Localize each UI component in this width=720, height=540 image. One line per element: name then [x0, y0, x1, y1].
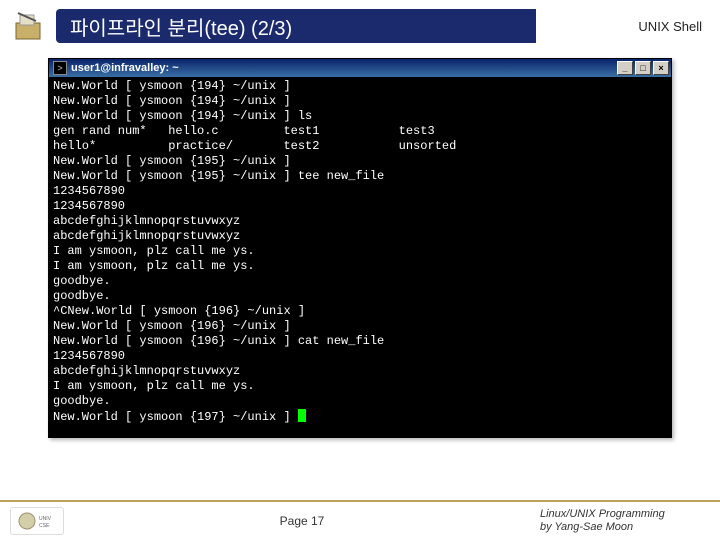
header-right-label: UNIX Shell [638, 19, 720, 34]
terminal-app-icon: > [53, 61, 67, 75]
terminal-line: abcdefghijklmnopqrstuvwxyz [53, 229, 667, 244]
terminal-line: New.World [ ysmoon {195} ~/unix ] [53, 154, 667, 169]
terminal-window: > user1@infravalley: ~ _ □ × New.World [… [48, 58, 672, 438]
terminal-line: 1234567890 [53, 349, 667, 364]
terminal-line: I am ysmoon, plz call me ys. [53, 244, 667, 259]
terminal-line: New.World [ ysmoon {196} ~/unix ] cat ne… [53, 334, 667, 349]
terminal-line: gen rand num* hello.c test1 test3 [53, 124, 667, 139]
window-title: user1@infravalley: ~ [71, 62, 617, 74]
slide: 파이프라인 분리(tee) (2/3) UNIX Shell > user1@i… [0, 0, 720, 540]
terminal-line: hello* practice/ test2 unsorted [53, 139, 667, 154]
footer-logo-icon: UNIV CSE [10, 507, 64, 535]
close-button[interactable]: × [653, 61, 669, 75]
terminal-line: I am ysmoon, plz call me ys. [53, 259, 667, 274]
footer-credit: Linux/UNIX Programming by Yang-Sae Moon [540, 508, 710, 534]
svg-text:CSE: CSE [39, 523, 50, 529]
terminal-line: New.World [ ysmoon {194} ~/unix ] ls [53, 109, 667, 124]
cursor-icon [298, 409, 306, 422]
terminal-line: goodbye. [53, 274, 667, 289]
svg-text:UNIV: UNIV [39, 516, 52, 522]
terminal-line: New.World [ ysmoon {194} ~/unix ] [53, 79, 667, 94]
page-number: Page 17 [64, 514, 540, 528]
slide-footer: UNIV CSE Page 17 Linux/UNIX Programming … [0, 500, 720, 540]
terminal-line: goodbye. [53, 289, 667, 304]
terminal-line: 1234567890 [53, 184, 667, 199]
terminal-line: abcdefghijklmnopqrstuvwxyz [53, 214, 667, 229]
terminal-line: New.World [ ysmoon {194} ~/unix ] [53, 94, 667, 109]
terminal-body: New.World [ ysmoon {194} ~/unix ]New.Wor… [49, 77, 671, 437]
slide-title: 파이프라인 분리(tee) (2/3) [56, 9, 536, 43]
credit-line-2: by Yang-Sae Moon [540, 521, 710, 534]
terminal-line: ^CNew.World [ ysmoon {196} ~/unix ] [53, 304, 667, 319]
terminal-line: abcdefghijklmnopqrstuvwxyz [53, 364, 667, 379]
minimize-button[interactable]: _ [617, 61, 633, 75]
slide-title-text: 파이프라인 분리(tee) (2/3) [70, 12, 292, 41]
terminal-line: goodbye. [53, 394, 667, 409]
header-decor-icon [0, 6, 56, 46]
terminal-line: I am ysmoon, plz call me ys. [53, 379, 667, 394]
window-buttons: _ □ × [617, 61, 669, 75]
terminal-line: 1234567890 [53, 199, 667, 214]
terminal-line: New.World [ ysmoon {197} ~/unix ] [53, 409, 667, 425]
window-titlebar: > user1@infravalley: ~ _ □ × [49, 59, 671, 77]
maximize-button[interactable]: □ [635, 61, 651, 75]
terminal-line: New.World [ ysmoon {196} ~/unix ] [53, 319, 667, 334]
credit-line-1: Linux/UNIX Programming [540, 508, 710, 521]
slide-header: 파이프라인 분리(tee) (2/3) UNIX Shell [0, 4, 720, 48]
terminal-line: New.World [ ysmoon {195} ~/unix ] tee ne… [53, 169, 667, 184]
